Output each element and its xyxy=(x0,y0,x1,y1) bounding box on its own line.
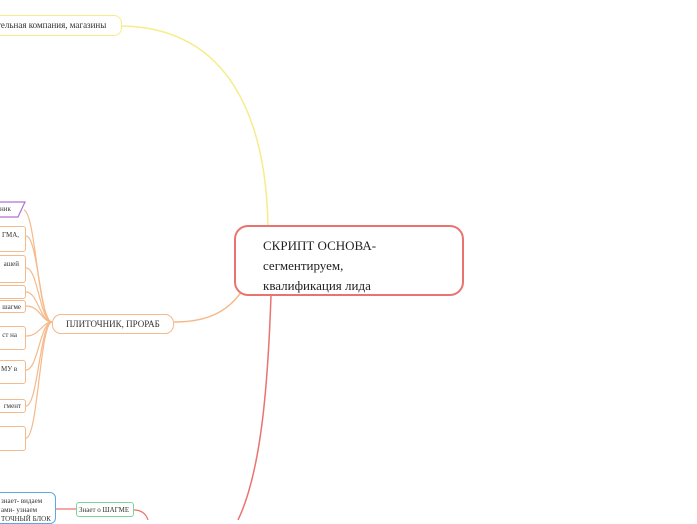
bottom-child-line-2: ами- узнаем xyxy=(1,506,38,514)
fan-connectors xyxy=(23,209,53,439)
central-node[interactable]: СКРИПТ ОСНОВА- сегментируем, квалификаци… xyxy=(234,225,464,296)
top-branch-node[interactable]: тельная компания, магазины xyxy=(0,15,122,36)
central-line-1: СКРИПТ ОСНОВА- xyxy=(263,238,377,253)
bottom-child-node[interactable]: знает- видаем ами- узнаем ТОЧНЫЙ БЛОК xyxy=(0,492,56,524)
connector-bottom-sub xyxy=(133,509,149,520)
child-node-9[interactable] xyxy=(0,426,26,451)
child-node-1[interactable]: ник xyxy=(0,205,18,215)
connector-bottom xyxy=(237,295,272,520)
top-branch-label: тельная компания, магазины xyxy=(0,20,107,30)
mid-branch-node[interactable]: ПЛИТОЧНИК, ПРОРАБ xyxy=(52,314,174,334)
central-line-3: квалификация лида xyxy=(263,278,371,293)
connector-top xyxy=(121,25,269,227)
mid-branch-label: ПЛИТОЧНИК, ПРОРАБ xyxy=(66,319,160,329)
child-node-5[interactable]: шагме xyxy=(0,300,26,313)
central-line-2: сегментируем, xyxy=(263,258,344,273)
bottom-child-line-1: знает- видаем xyxy=(1,497,43,505)
child-node-2[interactable]: ГМА, xyxy=(0,226,26,252)
child-node-7[interactable]: МУ в xyxy=(0,360,26,384)
child-node-8[interactable]: гмент xyxy=(0,399,26,413)
bottom-branch-label: Знает о ШАГМЕ xyxy=(79,506,130,514)
child-node-4[interactable] xyxy=(0,285,26,299)
child-node-3[interactable]: ашей xyxy=(0,255,26,283)
child-node-6[interactable]: ст на xyxy=(0,326,26,350)
connector-mid xyxy=(173,287,245,323)
bottom-branch-node[interactable]: Знает о ШАГМЕ xyxy=(76,502,134,517)
